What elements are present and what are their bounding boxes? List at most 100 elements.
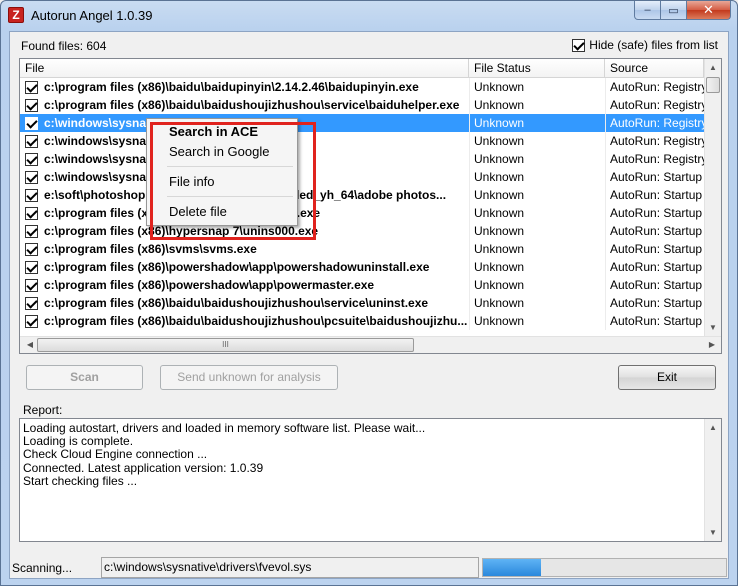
scan-progress-bar: [482, 558, 727, 577]
source-cell: AutoRun: Registry: [605, 150, 704, 168]
table-row[interactable]: c:\program files (x86)\powershadow\app\p…: [20, 276, 704, 294]
client-area: Found files: 604 Hide (safe) files from …: [9, 31, 729, 579]
source-cell: AutoRun: Startup f: [605, 258, 704, 276]
row-checkbox[interactable]: [25, 80, 38, 94]
caption-buttons: ‒ ▭ ✕: [634, 1, 731, 21]
table-row[interactable]: c:\program files (x86)\baidu\baidushouji…: [20, 96, 704, 114]
scroll-down-arrow-icon[interactable]: ▼: [705, 528, 721, 537]
file-cell: c:\program files (x86)\powershadow\app\p…: [20, 258, 469, 276]
file-status-cell: Unknown: [469, 150, 605, 168]
row-checkbox[interactable]: [25, 188, 38, 202]
source-cell: AutoRun: Registry: [605, 96, 704, 114]
report-line: Connected. Latest application version: 1…: [23, 460, 264, 475]
status-text: Scanning...: [12, 561, 73, 575]
annotation-highlight-box: [150, 122, 316, 240]
scroll-up-arrow-icon[interactable]: ▲: [705, 423, 721, 432]
row-checkbox[interactable]: [25, 296, 38, 310]
file-path: c:\program files (x86)\powershadow\app\p…: [44, 260, 430, 274]
status-bar: Scanning... c:\windows\sysnative\drivers…: [10, 557, 728, 579]
list-vertical-scrollbar[interactable]: ▲ ▼: [704, 59, 721, 336]
file-cell: c:\program files (x86)\baidu\baidupinyin…: [20, 78, 469, 96]
file-path: c:\program files (x86)\powershadow\app\p…: [44, 278, 375, 292]
table-row[interactable]: c:\program files (x86)\svms\svms.exe Unkn…: [20, 240, 704, 258]
file-path: c:\program files (x86)\svms\svms.exe: [44, 242, 257, 256]
file-list[interactable]: File File Status Source c:\program files…: [19, 58, 722, 354]
row-checkbox[interactable]: [25, 134, 38, 148]
row-checkbox[interactable]: [25, 152, 38, 166]
file-path: c:\program files (x86)\baidu\baidushouji…: [44, 296, 429, 310]
row-checkbox[interactable]: [25, 170, 38, 184]
report-label: Report:: [23, 403, 63, 417]
file-status-cell: Unknown: [469, 240, 605, 258]
hide-safe-label: Hide (safe) files from list: [589, 38, 718, 52]
report-vertical-scrollbar[interactable]: ▲ ▼: [704, 419, 721, 541]
close-button[interactable]: ✕: [687, 1, 731, 20]
table-row[interactable]: c:\program files (x86)\baidu\baidushouji…: [20, 294, 704, 312]
table-row[interactable]: c:\windows\sysnative\drivers\tdx.sysUnkn…: [20, 168, 704, 186]
table-row[interactable]: c:\program files (x86)\hypersnap 7\unins…: [20, 222, 704, 240]
title-bar[interactable]: Z Autorun Angel 1.0.39 ‒ ▭ ✕: [1, 1, 737, 31]
source-cell: AutoRun: Startup f: [605, 186, 704, 204]
current-file-field: c:\windows\sysnative\drivers\fvevol.sys: [101, 557, 479, 578]
report-log[interactable]: Loading autostart, drivers and loaded in…: [19, 418, 722, 542]
source-cell: AutoRun: Registry: [605, 78, 704, 96]
scroll-left-arrow-icon[interactable]: ◀: [22, 340, 38, 349]
table-row[interactable]: c:\program files (x86)\hypersnap 7\hprsn…: [20, 204, 704, 222]
file-cell: c:\program files (x86)\powershadow\app\p…: [20, 276, 469, 294]
file-status-cell: Unknown: [469, 294, 605, 312]
file-status-cell: Unknown: [469, 132, 605, 150]
row-checkbox[interactable]: [25, 278, 38, 292]
list-rows: c:\program files (x86)\baidu\baidupinyin…: [20, 78, 704, 338]
source-cell: AutoRun: Startup f: [605, 276, 704, 294]
row-checkbox[interactable]: [25, 98, 38, 112]
hide-safe-toggle[interactable]: Hide (safe) files from list: [572, 38, 718, 52]
table-row[interactable]: e:\soft\photoshop cs6\photoshop cs6 exte…: [20, 186, 704, 204]
row-checkbox[interactable]: [25, 116, 38, 130]
app-window: Z Autorun Angel 1.0.39 ‒ ▭ ✕ Found files…: [0, 0, 738, 586]
file-status-cell: Unknown: [469, 96, 605, 114]
hide-safe-checkbox[interactable]: [572, 38, 586, 52]
row-checkbox[interactable]: [25, 224, 38, 238]
scan-button[interactable]: Scan: [26, 365, 143, 390]
report-lines: Loading autostart, drivers and loaded in…: [23, 421, 425, 488]
file-status-cell: Unknown: [469, 78, 605, 96]
column-header-source[interactable]: Source: [605, 59, 704, 78]
horizontal-scroll-thumb[interactable]: III: [37, 338, 414, 352]
minimize-button[interactable]: ‒: [634, 1, 661, 20]
table-row[interactable]: c:\windows\sysnative\iertutil.dll Unknown…: [20, 114, 704, 132]
table-row[interactable]: c:\windows\sysnative\imageres.dll Unknown…: [20, 132, 704, 150]
row-checkbox[interactable]: [25, 260, 38, 274]
table-row[interactable]: c:\windows\sysnative\wbem\wbemcomn.dllUn…: [20, 150, 704, 168]
scroll-down-arrow-icon[interactable]: ▼: [705, 323, 721, 332]
send-unknown-button[interactable]: Send unknown for analysis: [160, 365, 338, 390]
file-path: c:\program files (x86)\baidu\baidushouji…: [44, 314, 468, 328]
table-row[interactable]: c:\program files (x86)\baidu\baidushouji…: [20, 312, 704, 330]
app-icon: Z: [8, 7, 24, 23]
source-cell: AutoRun: Registry: [605, 114, 704, 132]
column-header-file[interactable]: File: [20, 59, 469, 78]
file-status-cell: Unknown: [469, 276, 605, 294]
source-cell: AutoRun: Startup f: [605, 240, 704, 258]
vertical-scroll-thumb[interactable]: [706, 77, 720, 93]
file-status-cell: Unknown: [469, 222, 605, 240]
file-cell: c:\program files (x86)\baidu\baidushouji…: [20, 96, 469, 114]
file-status-cell: Unknown: [469, 114, 605, 132]
column-header-status[interactable]: File Status: [469, 59, 605, 78]
exit-button[interactable]: Exit: [618, 365, 716, 390]
file-status-cell: Unknown: [469, 168, 605, 186]
table-row[interactable]: c:\program files (x86)\baidu\baidupinyin…: [20, 78, 704, 96]
row-checkbox[interactable]: [25, 206, 38, 220]
maximize-button[interactable]: ▭: [661, 1, 687, 20]
source-cell: AutoRun: Startup f: [605, 312, 704, 330]
scroll-right-arrow-icon[interactable]: ▶: [704, 340, 720, 349]
scroll-up-arrow-icon[interactable]: ▲: [705, 63, 721, 72]
list-horizontal-scrollbar[interactable]: ◀ III ▶: [20, 336, 721, 353]
file-cell: c:\program files (x86)\svms\svms.exe: [20, 240, 469, 258]
table-row[interactable]: c:\program files (x86)\powershadow\app\p…: [20, 258, 704, 276]
row-checkbox[interactable]: [25, 314, 38, 328]
row-checkbox[interactable]: [25, 242, 38, 256]
file-path: c:\program files (x86)\baidu\baidupinyin…: [44, 80, 419, 94]
file-status-cell: Unknown: [469, 312, 605, 330]
source-cell: AutoRun: Startup f: [605, 294, 704, 312]
file-status-cell: Unknown: [469, 186, 605, 204]
